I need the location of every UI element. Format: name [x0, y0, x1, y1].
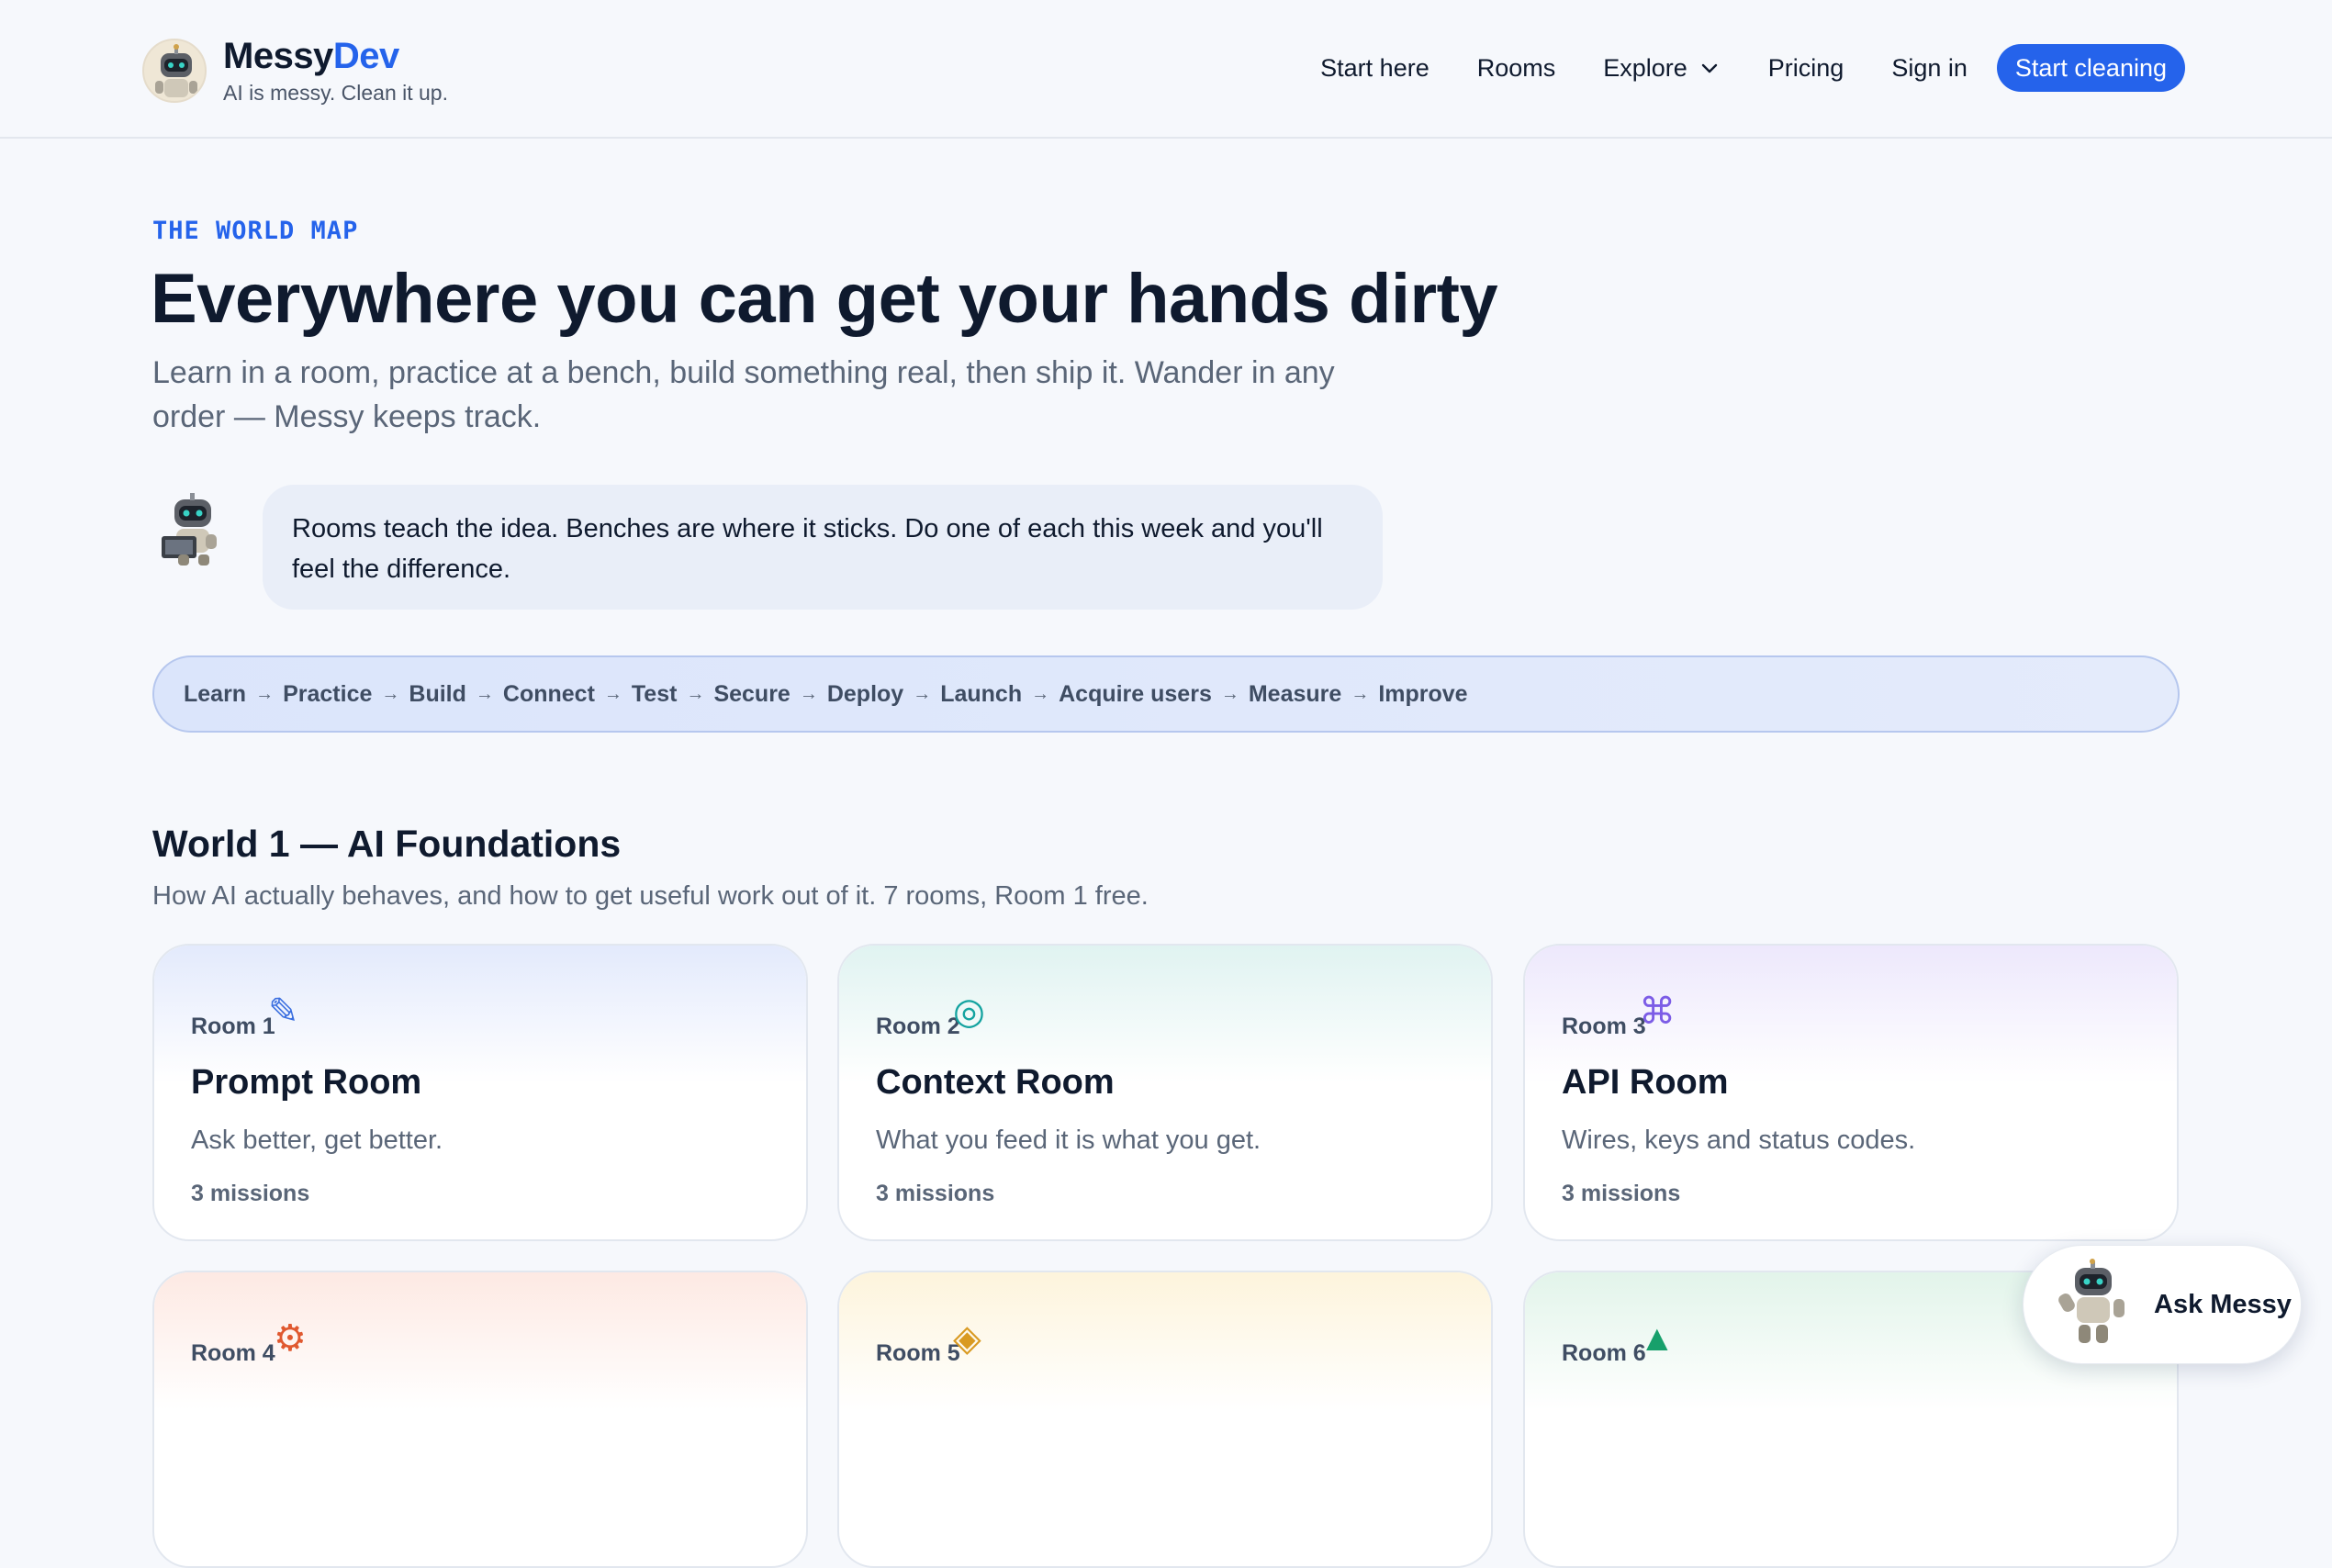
site-header: MessyDev AI is messy. Clean it up. Start… [0, 0, 2332, 139]
room-title: Context Room [876, 1063, 1115, 1102]
path-step: Measure [1248, 680, 1342, 707]
room-title: API Room [1562, 1063, 1729, 1102]
nav-start-here[interactable]: Start here [1320, 54, 1429, 83]
learning-path: Learn → Practice → Build → Connect → Test → Secure… [152, 655, 2180, 733]
room-label: Room 3 [1562, 1014, 1646, 1039]
path-arrow: → [799, 683, 818, 704]
brand-name: MessyDev [223, 36, 399, 76]
robot-mascot-icon [152, 488, 235, 571]
room-card[interactable]: Room 4 ⚙ [152, 1271, 808, 1568]
path-step: Connect [502, 680, 595, 707]
path-step: Test [631, 680, 678, 707]
path-step: Practice [283, 680, 373, 707]
path-arrow: → [603, 683, 622, 704]
target-icon: ◎ [953, 991, 985, 1032]
chevron-down-icon [1701, 63, 1717, 73]
start-cleaning-button[interactable]: Start cleaning [1996, 44, 2185, 92]
path-arrow: → [1351, 683, 1370, 704]
path-step: Deploy [826, 680, 904, 707]
path-arrow: → [686, 683, 705, 704]
ask-messy-button[interactable]: Ask Messy [2023, 1245, 2302, 1364]
robot-mascot-icon [142, 38, 207, 103]
path-step: Secure [713, 680, 790, 707]
nav-sign-in[interactable]: Sign in [1891, 54, 1968, 83]
diamond-icon: ◈ [953, 1318, 981, 1359]
room-label: Room 4 [191, 1340, 275, 1366]
room-card[interactable]: Room 2 ◎ Context Room What you feed it is w… [837, 944, 1493, 1241]
room-label: Room 2 [876, 1014, 960, 1039]
path-arrow: → [1220, 683, 1239, 704]
path-step: Acquire users [1059, 680, 1212, 707]
main-nav: Start here Rooms Explore Pricing Sign in… [1320, 44, 2185, 92]
world-subtitle: How AI actually behaves, and how to get … [152, 881, 1149, 911]
robot-mascot-icon [2047, 1259, 2139, 1350]
room-label: Room 5 [876, 1340, 960, 1366]
nav-rooms[interactable]: Rooms [1477, 54, 1556, 83]
world-title: World 1 — AI Foundations [152, 823, 622, 865]
path-step: Launch [940, 680, 1023, 707]
command-icon: ⌘ [1639, 991, 1676, 1032]
room-description: Wires, keys and status codes. [1562, 1126, 1916, 1155]
room-missions: 3 missions [191, 1181, 310, 1206]
path-step: Learn [184, 680, 247, 707]
path-arrow: → [381, 683, 400, 704]
room-missions: 3 missions [1562, 1181, 1681, 1206]
brand[interactable]: MessyDev AI is messy. Clean it up. [142, 35, 448, 106]
room-label: Room 6 [1562, 1340, 1646, 1366]
room-title: Prompt Room [191, 1063, 422, 1102]
path-arrow: → [913, 683, 932, 704]
room-description: Ask better, get better. [191, 1126, 443, 1155]
messy-tip: Rooms teach the idea. Benches are where … [152, 485, 1383, 610]
room-description: What you feed it is what you get. [876, 1126, 1261, 1155]
path-arrow: → [475, 683, 494, 704]
page-title: Everywhere you can get your hands dirty [151, 260, 1498, 338]
messy-speech-bubble: Rooms teach the idea. Benches are where … [263, 485, 1383, 610]
room-card[interactable]: Room 3 ⌘ API Room Wires, keys and status co… [1523, 944, 2179, 1241]
room-card[interactable]: Room 5 ◈ [837, 1271, 1493, 1568]
nav-explore[interactable]: Explore [1603, 54, 1721, 83]
nav-pricing[interactable]: Pricing [1768, 54, 1844, 83]
hero-subtitle: Learn in a room, practice at a bench, bu… [152, 355, 1335, 434]
brand-tagline: AI is messy. Clean it up. [223, 81, 448, 105]
room-missions: 3 missions [876, 1181, 995, 1206]
hero-eyebrow: THE WORLD MAP [152, 217, 359, 245]
gear-icon: ⚙ [274, 1318, 307, 1359]
ask-messy-label: Ask Messy [2154, 1289, 2292, 1319]
room-card[interactable]: Room 1 ✎ Prompt Room Ask better, get better… [152, 944, 808, 1241]
path-step: Improve [1378, 680, 1468, 707]
path-step: Build [409, 680, 466, 707]
room-label: Room 1 [191, 1014, 275, 1039]
nav-explore-label: Explore [1603, 53, 1687, 82]
pencil-icon: ✎ [268, 991, 299, 1032]
triangle-icon: ▲ [1639, 1318, 1676, 1359]
path-arrow: → [255, 683, 275, 704]
path-arrow: → [1031, 683, 1050, 704]
